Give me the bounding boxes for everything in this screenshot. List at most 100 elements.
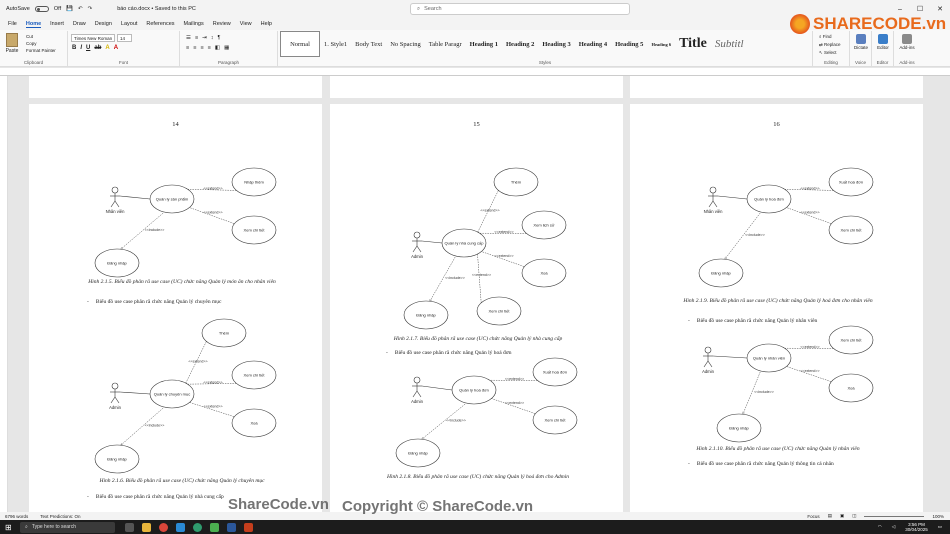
style-body-text[interactable]: Body Text — [351, 31, 386, 57]
edge-icon[interactable] — [193, 522, 202, 532]
stereotype-label: <<extend>> — [203, 381, 222, 385]
select-button[interactable]: ↖ Select — [819, 49, 841, 57]
read-mode-icon[interactable]: ▤ — [828, 513, 832, 519]
align-left-icon[interactable]: ≡ — [186, 45, 189, 51]
use-case-extend-label: Xem chi tiết — [545, 418, 567, 423]
web-layout-icon[interactable]: ◫ — [852, 513, 856, 519]
copy-button[interactable]: Copy — [26, 40, 56, 47]
sort-icon[interactable]: ↕ — [211, 35, 214, 41]
borders-icon[interactable]: ▦ — [224, 45, 229, 51]
style-table-paragraph[interactable]: Table Paragr — [425, 31, 466, 57]
dependency-arrow — [185, 401, 237, 418]
focus-button[interactable]: Focus — [807, 514, 819, 519]
app-icon[interactable] — [210, 522, 219, 532]
tab-view[interactable]: View — [240, 21, 252, 27]
stereotype-label: <<include>> — [754, 390, 774, 394]
pilcrow-icon[interactable]: ¶ — [218, 35, 221, 41]
tab-layout[interactable]: Layout — [121, 21, 138, 27]
dictate-button[interactable]: Dictate — [852, 34, 870, 50]
replace-button[interactable]: ⇄ Replace — [819, 41, 841, 49]
italic-button[interactable]: I — [80, 45, 82, 51]
stereotype-label: <<extend>> — [188, 360, 207, 364]
text-predictions[interactable]: Text Predictions: On — [40, 514, 80, 519]
editor-icon — [878, 34, 888, 44]
autosave-toggle[interactable] — [34, 6, 49, 12]
undo-icon[interactable]: ↶ — [78, 6, 83, 12]
paste-button[interactable]: Paste — [4, 33, 20, 54]
autosave-label: AutoSave — [6, 6, 30, 12]
file-explorer-icon[interactable] — [142, 522, 151, 532]
redo-icon[interactable]: ↷ — [88, 6, 93, 12]
document-page[interactable]: 14 <<extend>> <<extend>> <<include>> Quản lý… — [29, 104, 322, 512]
style-heading-2[interactable]: Heading 2 — [502, 31, 538, 57]
style-heading-1[interactable]: Heading 1 — [466, 31, 502, 57]
chrome-icon[interactable] — [159, 522, 168, 532]
style-style1[interactable]: 1. Style1 — [320, 31, 351, 57]
tab-review[interactable]: Review — [213, 21, 231, 27]
dependency-arrow — [487, 397, 538, 415]
tab-file[interactable]: File — [8, 21, 17, 27]
highlight-icon[interactable]: A — [105, 45, 109, 51]
tab-references[interactable]: References — [146, 21, 174, 27]
tab-insert[interactable]: Insert — [50, 21, 64, 27]
vertical-ruler[interactable] — [0, 76, 8, 512]
clock[interactable]: 3:56 PM 30/04/2025 — [905, 522, 928, 532]
use-case-login-label: Đăng nhập — [408, 451, 428, 456]
zoom-level[interactable]: 100% — [932, 514, 944, 519]
horizontal-ruler[interactable] — [0, 68, 950, 76]
tab-mailings[interactable]: Mailings — [184, 21, 204, 27]
style-no-spacing[interactable]: No Spacing — [386, 31, 425, 57]
tab-draw[interactable]: Draw — [73, 21, 86, 27]
powerpoint-icon[interactable] — [244, 522, 253, 532]
save-icon[interactable]: 💾 — [66, 6, 73, 12]
search-box[interactable]: ⌕ Search — [410, 3, 630, 15]
numbering-icon[interactable]: ≡ — [195, 35, 198, 41]
clipboard-label: Clipboard — [23, 60, 44, 65]
strike-button[interactable]: ab — [94, 45, 101, 51]
bold-button[interactable]: B — [72, 45, 76, 51]
style-heading-4[interactable]: Heading 4 — [575, 31, 611, 57]
align-center-icon[interactable]: ≡ — [193, 45, 196, 51]
document-canvas[interactable]: 14 <<extend>> <<extend>> <<include>> Quản lý… — [8, 76, 950, 512]
underline-button[interactable]: U — [86, 45, 90, 51]
taskbar-search[interactable]: ⌕ Type here to search — [20, 521, 115, 533]
zoom-slider[interactable] — [864, 515, 925, 517]
use-case-extend-label: Thêm — [219, 331, 230, 336]
task-view-icon[interactable] — [125, 522, 134, 532]
notification-icon[interactable]: ▭ — [938, 524, 942, 530]
style-title[interactable]: Title — [675, 31, 711, 57]
sharecode-logo: SHARECODE.vn — [790, 14, 946, 34]
bullet-item: Biểu đồ use case phân rã chức năng Quản … — [87, 494, 224, 500]
align-right-icon[interactable]: ≡ — [200, 45, 203, 51]
justify-icon[interactable]: ≡ — [208, 45, 211, 51]
style-normal[interactable]: Normal — [280, 31, 320, 57]
cut-button[interactable]: Cut — [26, 33, 56, 40]
print-layout-icon[interactable]: ▣ — [840, 513, 844, 519]
style-subtitle[interactable]: Subtitl — [711, 31, 745, 57]
editor-button[interactable]: Editor — [874, 34, 892, 50]
taskbar: ⊞ ⌕ Type here to search ◠ ◁ 3:56 PM 30/0… — [0, 520, 950, 534]
word-icon[interactable] — [227, 522, 236, 532]
vscode-icon[interactable] — [176, 522, 185, 532]
word-count[interactable]: 6796 words — [5, 514, 28, 519]
bullets-icon[interactable]: ☰ — [186, 35, 191, 41]
find-button[interactable]: ⌕ Find — [819, 33, 841, 41]
style-heading-5[interactable]: Heading 5 — [611, 31, 647, 57]
tab-design[interactable]: Design — [95, 21, 112, 27]
network-icon[interactable]: ◠ — [878, 524, 882, 530]
style-heading-6[interactable]: Heading 6 — [647, 31, 675, 57]
indent-icon[interactable]: ⇥ — [202, 35, 207, 41]
style-heading-3[interactable]: Heading 3 — [538, 31, 574, 57]
document-page[interactable]: 15 <<extend>> <<extend>> <<extend>> <<extend… — [330, 104, 623, 512]
windows-start-icon[interactable]: ⊞ — [5, 523, 12, 532]
tab-home[interactable]: Home — [25, 21, 42, 28]
format-painter-button[interactable]: Format Painter — [26, 47, 56, 54]
font-color-icon[interactable]: A — [114, 45, 118, 51]
font-name-select[interactable]: Times New Roman — [71, 34, 115, 42]
document-page[interactable]: 16 <<extend>> <<extend>> <<include>> Quản lý… — [630, 104, 923, 512]
shading-icon[interactable]: ◧ — [215, 45, 220, 51]
volume-icon[interactable]: ◁ — [892, 524, 895, 530]
tab-help[interactable]: Help — [261, 21, 272, 27]
addins-button[interactable]: Add-ins — [897, 34, 917, 50]
font-size-select[interactable]: 14 — [117, 34, 132, 42]
